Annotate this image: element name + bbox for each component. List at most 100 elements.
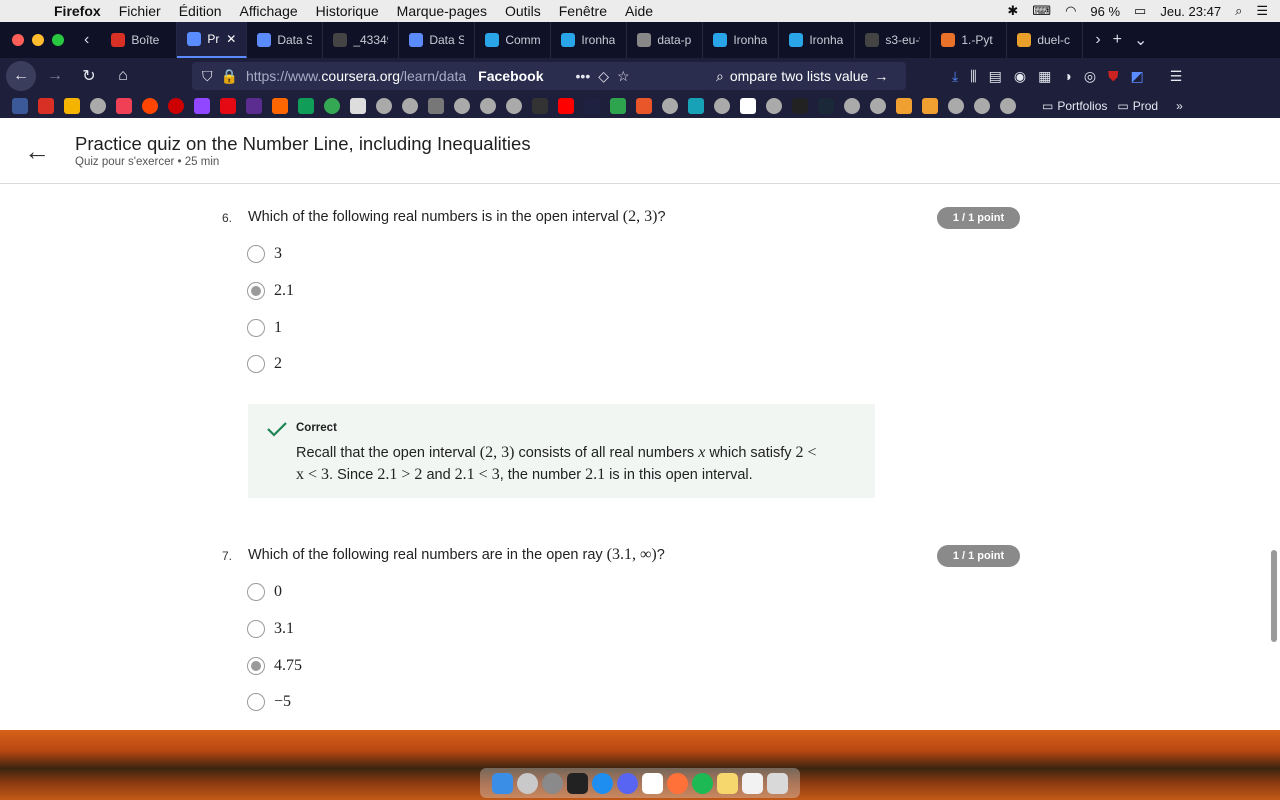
browser-tab[interactable]: data-p (627, 22, 704, 58)
zoom-window-button[interactable] (52, 34, 64, 46)
forward-button[interactable]: → (40, 61, 70, 91)
bookmark-star-icon[interactable] (610, 98, 626, 114)
account-icon[interactable]: ◉ (1014, 68, 1026, 85)
bookmark-reddit-icon[interactable] (142, 98, 158, 114)
bookmark-gmail-icon[interactable] (38, 98, 54, 114)
bookmark-icon[interactable] (246, 98, 262, 114)
menu-hamburger-icon[interactable]: ☰ (1170, 68, 1183, 85)
bookmark-globe-icon[interactable] (506, 98, 522, 114)
page-actions-icon[interactable]: ••• (576, 68, 591, 84)
wifi-icon[interactable]: ◠ (1065, 3, 1076, 19)
bookmark-keep-icon[interactable] (64, 98, 80, 114)
bookmark-globe-icon[interactable] (402, 98, 418, 114)
bookmark-netflix-icon[interactable] (220, 98, 236, 114)
browser-tab[interactable]: s3-eu-wes (855, 22, 932, 58)
spotify-icon[interactable] (692, 772, 713, 794)
tab-scroll-right-icon[interactable]: › (1095, 31, 1100, 49)
pocket-icon[interactable]: ◇ (598, 68, 609, 85)
close-window-button[interactable] (12, 34, 24, 46)
bookmark-icon[interactable] (636, 98, 652, 114)
search-query[interactable]: ompare two lists value (730, 68, 869, 84)
clock[interactable]: Jeu. 23:47 (1160, 4, 1221, 19)
menu-app-firefox[interactable]: Firefox (54, 3, 101, 19)
bookmark-github-icon[interactable] (532, 98, 548, 114)
bookmark-star-icon[interactable]: ☆ (617, 68, 630, 85)
bookmark-icon[interactable] (922, 98, 938, 114)
browser-tab[interactable]: Data S (247, 22, 324, 58)
close-tab-icon[interactable]: ✕ (226, 32, 236, 46)
browser-tab[interactable]: 1.-Pyt (931, 22, 1008, 58)
bookmark-globe-icon[interactable] (974, 98, 990, 114)
document-icon[interactable] (742, 772, 763, 794)
bookmark-icon[interactable] (168, 98, 184, 114)
menu-fenetre[interactable]: Fenêtre (559, 3, 607, 19)
terminal-icon[interactable] (567, 772, 588, 794)
bookmark-icon[interactable] (324, 98, 340, 114)
extension-icon[interactable]: ◎ (1084, 68, 1096, 85)
bookmark-globe-icon[interactable] (870, 98, 886, 114)
battery-icon[interactable]: ▭ (1134, 3, 1146, 19)
search-bar[interactable]: ⌕ ompare two lists value → (708, 62, 906, 90)
bookmark-pocket-icon[interactable] (116, 98, 132, 114)
app-store-icon[interactable] (592, 772, 613, 794)
library-icon[interactable]: ⫼ (970, 68, 976, 85)
bluetooth-icon[interactable]: ✱ (1007, 3, 1018, 19)
bookmark-globe-icon[interactable] (1000, 98, 1016, 114)
download-icon[interactable]: ⤓ (952, 68, 958, 85)
answer-option[interactable]: 0 (247, 583, 282, 601)
lock-icon[interactable]: 🔒 (221, 68, 238, 85)
back-arrow-icon[interactable]: ← (24, 136, 50, 167)
answer-option[interactable]: 2 (247, 355, 282, 373)
browser-tab[interactable]: Ironha (551, 22, 628, 58)
radio-button[interactable] (247, 620, 265, 638)
bookmark-twitch-icon[interactable] (194, 98, 210, 114)
bookmark-icon[interactable] (740, 98, 756, 114)
back-button[interactable]: ← (6, 61, 36, 91)
tab-list-dropdown-icon[interactable]: ⌄ (1134, 30, 1147, 50)
bookmark-icon[interactable] (584, 98, 600, 114)
browser-tab[interactable]: duel-c (1007, 22, 1084, 58)
radio-button[interactable] (247, 245, 265, 263)
notes-icon[interactable] (717, 772, 738, 794)
menu-outils[interactable]: Outils (505, 3, 541, 19)
search-go-icon[interactable]: → (874, 68, 888, 84)
answer-option[interactable]: 3 (247, 245, 282, 263)
bookmark-globe-icon[interactable] (766, 98, 782, 114)
url-bar[interactable]: ⛉ 🔒 https://www.coursera.org/learn/data … (192, 62, 712, 90)
bookmark-globe-icon[interactable] (662, 98, 678, 114)
radio-button[interactable] (247, 583, 265, 601)
bookmark-ycombinator-icon[interactable] (272, 98, 288, 114)
finder-icon[interactable] (492, 772, 513, 794)
radio-button[interactable] (247, 693, 265, 711)
extension-icon[interactable]: ◑ (1063, 68, 1071, 84)
menu-historique[interactable]: Historique (316, 3, 379, 19)
new-tab-button[interactable]: + (1113, 31, 1122, 49)
more-bookmarks-icon[interactable]: » (1176, 99, 1183, 113)
minimize-window-button[interactable] (32, 34, 44, 46)
trash-icon[interactable] (767, 772, 788, 794)
bookmark-icon[interactable] (350, 98, 366, 114)
browser-tab[interactable]: Boîte (101, 22, 178, 58)
answer-option[interactable]: 4.75 (247, 657, 302, 675)
discord-icon[interactable] (617, 772, 638, 794)
tab-scroll-left-icon[interactable]: ‹ (84, 31, 89, 49)
bookmark-globe-icon[interactable] (480, 98, 496, 114)
radio-button[interactable] (247, 319, 265, 337)
browser-tab[interactable]: Ironha (779, 22, 856, 58)
bookmark-folder-prod[interactable]: ▭ Prod (1117, 99, 1158, 113)
firefox-icon[interactable] (667, 772, 688, 794)
radio-button[interactable] (247, 355, 265, 373)
browser-tab[interactable]: Data S (399, 22, 476, 58)
home-button[interactable]: ⌂ (108, 61, 138, 91)
system-preferences-icon[interactable] (542, 772, 563, 794)
menu-marque-pages[interactable]: Marque-pages (397, 3, 487, 19)
sidebar-icon[interactable]: ▤ (989, 68, 1002, 85)
answer-option[interactable]: 1 (247, 319, 282, 337)
launchpad-icon[interactable] (517, 772, 538, 794)
extension-icon[interactable]: ▦ (1038, 68, 1051, 85)
battery-percent[interactable]: 96 % (1090, 4, 1120, 19)
browser-tab[interactable]: Comm (475, 22, 552, 58)
bookmark-icon[interactable] (688, 98, 704, 114)
browser-tab[interactable]: _4334954 (323, 22, 400, 58)
menu-edition[interactable]: Édition (179, 3, 222, 19)
